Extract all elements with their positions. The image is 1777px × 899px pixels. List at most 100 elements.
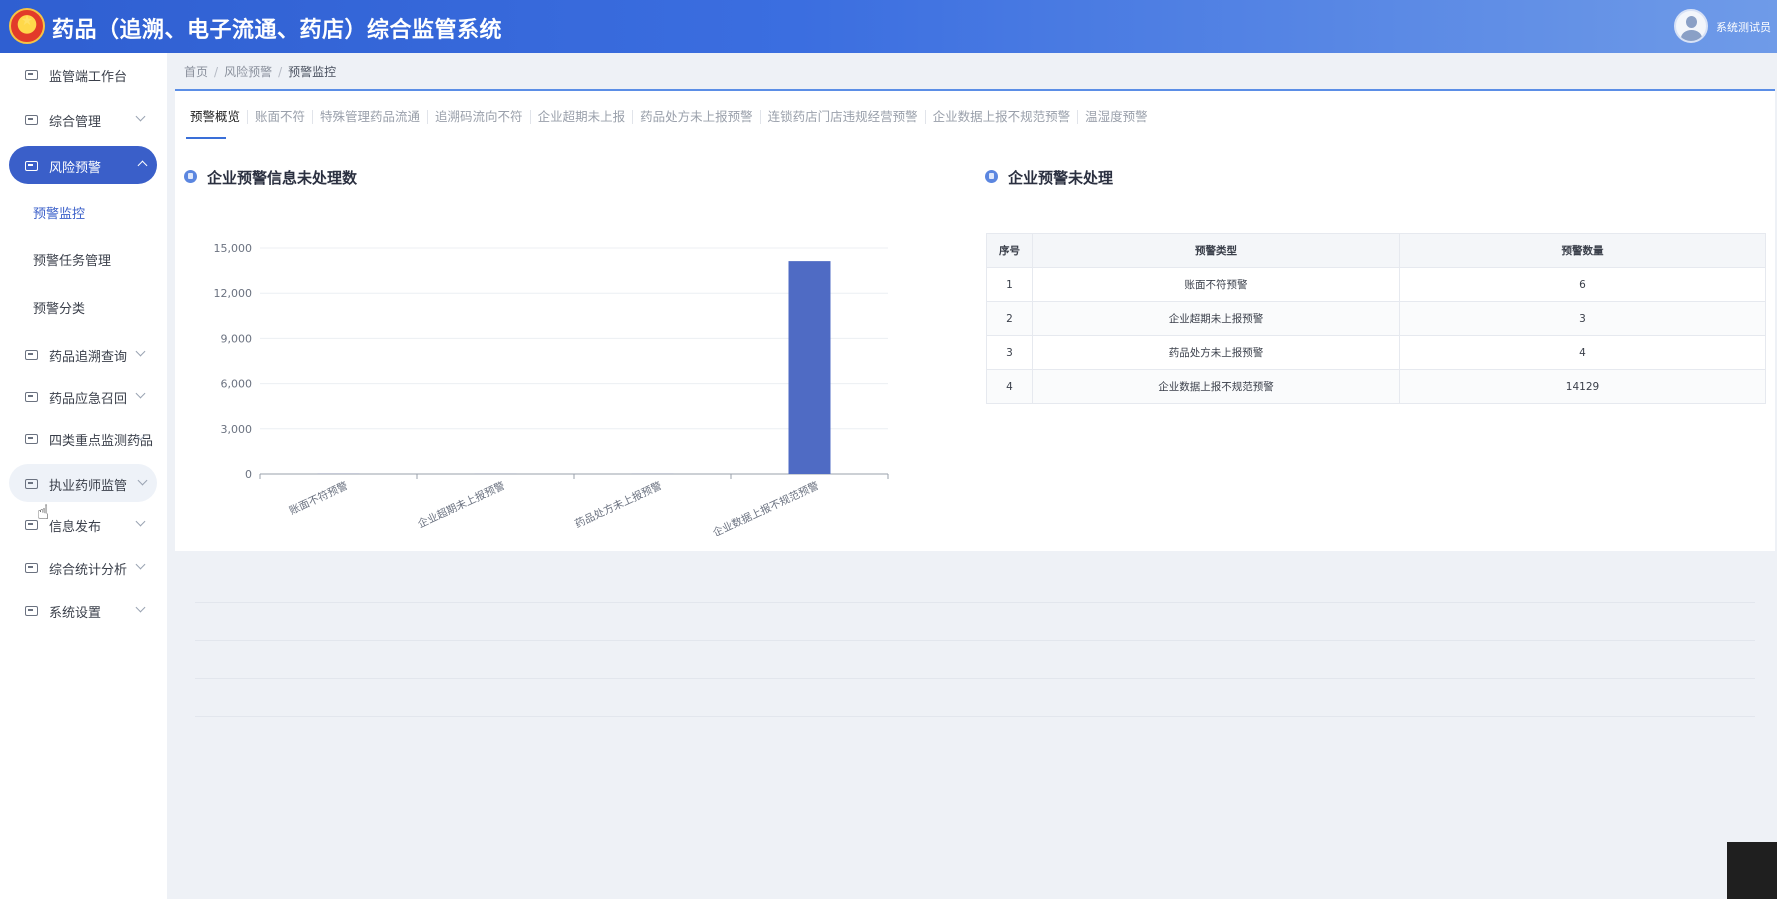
tab-overdue-report[interactable]: 企业超期未上报 [531, 110, 634, 124]
x-tick-label: 药品处方未上报预警 [573, 479, 665, 531]
sidebar-subitem-warning-category[interactable]: 预警分类 [33, 298, 85, 317]
table-cell: 企业数据上报不规范预警 [1032, 369, 1400, 404]
menu-icon [25, 434, 38, 444]
menu-icon [25, 606, 38, 616]
table-row: 1 账面不符预警 6 [986, 267, 1766, 302]
menu-icon [25, 563, 38, 573]
menu-icon [25, 392, 38, 402]
sidebar-item-label: 信息发布 [49, 520, 102, 535]
tab-overview[interactable]: 预警概览 [183, 110, 249, 124]
chevron-down-icon [135, 602, 146, 613]
x-tick-label: 账面不符预警 [287, 479, 350, 518]
sidebar-subitem-warning-monitor[interactable]: 预警监控 [33, 203, 85, 222]
left-section-title: 企业预警信息未处理数 [207, 169, 358, 187]
menu-icon [25, 70, 38, 80]
table-cell: 2 [986, 301, 1033, 336]
menu-icon [25, 479, 38, 489]
tab-bar: 预警概览 账面不符 特殊管理药品流通 追溯码流向不符 企业超期未上报 药品处方未上报预警连… [183, 109, 1155, 135]
y-tick-label: 15,000 [214, 242, 253, 255]
section-icon [184, 170, 197, 183]
right-section-title: 企业预警未处理 [1008, 169, 1114, 187]
chevron-down-icon [135, 516, 146, 527]
y-tick-label: 0 [245, 468, 252, 481]
warning-bar-chart: 0 3,000 6,000 9,000 12,000 15,000 账面不符预警 企业超期未上… [200, 236, 900, 536]
table-cell: 账面不符预警 [1032, 267, 1400, 302]
table-row: 2 企业超期未上报预警 3 [986, 301, 1766, 336]
overlay-widget [1727, 842, 1777, 899]
breadcrumb: 首页 / 风险预警 / 预警监控 [184, 65, 337, 79]
breadcrumb-home[interactable]: 首页 [184, 65, 208, 79]
sidebar-item-key-drugs[interactable]: 四类重点监测药品 [0, 419, 167, 459]
sidebar-item-label: 监管端工作台 [49, 70, 128, 85]
sidebar-item-risk-warning[interactable]: 风险预警 [9, 146, 157, 184]
sidebar-item-label: 系统设置 [49, 606, 102, 621]
tab-book-mismatch[interactable]: 账面不符 [248, 110, 314, 124]
y-tick-label: 12,000 [214, 287, 253, 300]
menu-icon [25, 350, 38, 360]
tab-trace-code-mismatch[interactable]: 追溯码流向不符 [428, 110, 531, 124]
table-header-index: 序号 [986, 233, 1033, 268]
table-cell: 14129 [1399, 369, 1766, 404]
sidebar-item-label: 药品追溯查询 [49, 350, 128, 365]
user-avatar-icon[interactable] [1674, 9, 1708, 43]
sidebar-item-pharmacist[interactable]: 执业药师监管 [9, 464, 157, 502]
app-title: 药品（追溯、电子流通、药店）综合监管系统 [52, 18, 503, 43]
hand-cursor-icon: ☝ [37, 500, 50, 524]
table-cell: 药品处方未上报预警 [1032, 335, 1400, 370]
table-cell: 1 [986, 267, 1033, 302]
section-icon [985, 170, 998, 183]
sidebar-item-label: 综合统计分析 [49, 563, 128, 578]
tab-prescription[interactable]: 药品处方未上报预警 [633, 110, 761, 124]
menu-icon [25, 161, 38, 171]
sidebar-item-trace-query[interactable]: 药品追溯查询 [0, 335, 167, 375]
sidebar-item-general-management[interactable]: 综合管理 [0, 100, 167, 140]
table-header-count: 预警数量 [1399, 233, 1766, 268]
table-cell: 3 [986, 335, 1033, 370]
app-header: ★ 药品（追溯、电子流通、药店）综合监管系统 系统测试员 [0, 0, 1777, 53]
emblem-logo-icon: ★ [9, 8, 45, 44]
x-tick-label: 企业超期未上报预警 [416, 479, 508, 531]
table-cell: 6 [1399, 267, 1766, 302]
chevron-down-icon [135, 111, 146, 122]
sidebar-item-workbench[interactable]: 监管端工作台 [0, 55, 167, 95]
background-content [175, 552, 1775, 899]
chevron-down-icon [135, 559, 146, 570]
active-tab-indicator [186, 137, 226, 139]
y-tick-label: 9,000 [221, 332, 253, 345]
breadcrumb-risk[interactable]: 风险预警 [224, 65, 272, 79]
user-name[interactable]: 系统测试员 [1716, 19, 1771, 35]
tab-data-report[interactable]: 企业数据上报不规范预警 [926, 110, 1079, 124]
chevron-down-icon [135, 388, 146, 399]
chevron-up-icon [137, 160, 148, 171]
tab-chain-store[interactable]: 连锁药店门店违规经营预警 [761, 110, 926, 124]
table-cell: 4 [1399, 335, 1766, 370]
table-cell: 企业超期未上报预警 [1032, 301, 1400, 336]
sidebar-item-statistics[interactable]: 综合统计分析 [0, 548, 167, 588]
sidebar-item-emergency-recall[interactable]: 药品应急召回 [0, 377, 167, 417]
sidebar: 监管端工作台 综合管理 风险预警 预警监控 预警任务管理 预警分类 药品追溯查询… [0, 53, 167, 899]
chevron-down-icon [137, 475, 148, 486]
sidebar-item-settings[interactable]: 系统设置 [0, 591, 167, 631]
tab-special-drugs[interactable]: 特殊管理药品流通 [313, 110, 429, 124]
table-row: 3 药品处方未上报预警 4 [986, 335, 1766, 370]
menu-icon [25, 115, 38, 125]
table-row: 4 企业数据上报不规范预警 14129 [986, 369, 1766, 404]
sidebar-subitem-warning-task[interactable]: 预警任务管理 [33, 250, 111, 269]
chart-svg: 0 3,000 6,000 9,000 12,000 15,000 账面不符预警 企业超期未上… [214, 242, 889, 536]
y-tick-label: 6,000 [221, 378, 253, 391]
sidebar-item-info-publish[interactable]: 信息发布 [0, 505, 167, 545]
sidebar-item-label: 风险预警 [49, 161, 102, 176]
table-cell: 3 [1399, 301, 1766, 336]
x-tick-label: 企业数据上报不规范预警 [711, 479, 822, 536]
warning-table: 序号 预警类型 预警数量 1 账面不符预警 6 2 企业超期未上报预警 3 3 … [986, 233, 1766, 404]
breadcrumb-current: 预警监控 [288, 65, 337, 79]
y-tick-label: 3,000 [221, 423, 253, 436]
table-cell: 4 [986, 369, 1033, 404]
sidebar-item-label: 执业药师监管 [49, 479, 128, 494]
sidebar-item-label: 综合管理 [49, 115, 102, 130]
table-header-type: 预警类型 [1032, 233, 1400, 268]
tab-temperature[interactable]: 温湿度预警 [1078, 110, 1155, 124]
chart-bar [788, 261, 831, 474]
sidebar-item-label: 药品应急召回 [49, 392, 128, 407]
chevron-down-icon [135, 346, 146, 357]
